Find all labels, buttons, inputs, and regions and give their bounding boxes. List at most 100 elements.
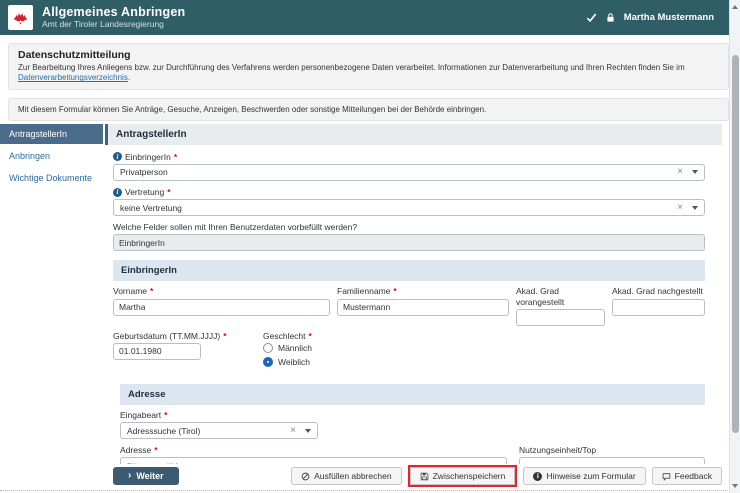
einbringerin-label-row: i EinbringerIn * [113,152,705,162]
info-icon[interactable]: i [113,188,122,197]
required-marker: * [309,331,312,341]
vorname-input[interactable]: Martha [113,299,330,316]
geburtsdatum-label: Geburtsdatum (TT.MM.JJJJ) [113,331,220,341]
ausfuellen-abbrechen-label: Ausfüllen abbrechen [314,471,392,481]
scroll-down-arrow-icon[interactable] [732,484,738,488]
einbringerin-select-value: Privatperson [120,167,677,177]
privacy-body-suffix: . [128,73,130,82]
privacy-notice-box: Datenschutzmitteilung Zur Bearbeitung Ih… [8,43,729,90]
save-highlight-box: Zwischenspeichern [408,465,518,487]
main-row: AntragstellerIn Anbringen Wichtige Dokum… [0,124,722,464]
tirol-eagle-logo [8,5,33,30]
nutzungseinheit-label: Nutzungseinheit/Top [519,445,596,455]
sidebar-nav: AntragstellerIn Anbringen Wichtige Dokum… [0,124,103,464]
eingabeart-label: Eingabeart [120,410,161,420]
hinweise-zum-formular-button[interactable]: i Hinweise zum Formular [523,467,645,485]
person-section-body: Vorname* Martha Familienname* Mustermann… [113,281,705,463]
prefill-field[interactable]: EinbringerIn [113,234,705,251]
radio-checked-icon[interactable] [263,357,273,367]
nutzungseinheit-input[interactable] [519,457,705,464]
radio-unchecked-icon[interactable] [263,343,273,353]
info-icon[interactable]: i [113,152,122,161]
required-marker: * [167,187,170,197]
sidebar-item-wichtige-dokumente[interactable]: Wichtige Dokumente [0,168,103,188]
familienname-label: Familienname [337,286,390,296]
vertretung-select[interactable]: keine Vertretung × [113,199,705,216]
birth-gender-row: Geburtsdatum (TT.MM.JJJJ)* 01.01.1980 Ge… [113,331,705,371]
geburtsdatum-input[interactable]: 01.01.1980 [113,343,201,360]
akad-grad-nach-input[interactable] [612,299,705,316]
save-icon [420,472,429,481]
caret-down-icon[interactable] [692,206,698,210]
address-section: Adresse Eingabeart* Adresssuche (Tirol) … [120,384,705,464]
privacy-body: Zur Bearbeitung Ihres Anliegens bzw. zur… [18,63,685,72]
familienname-input[interactable]: Mustermann [337,299,509,316]
clear-icon[interactable]: × [290,426,296,436]
app-header: Allgemeines Anbringen Amt der Tiroler La… [0,0,740,35]
required-marker: * [174,152,177,162]
header-titles: Allgemeines Anbringen Amt der Tiroler La… [42,5,185,29]
cancel-circle-icon [301,472,310,481]
eagle-icon [11,8,30,27]
geschlecht-option-weiblich[interactable]: Weiblich [263,357,312,367]
privacy-notice-title: Datenschutzmitteilung [18,49,719,61]
vertical-scrollbar[interactable] [729,0,740,493]
sidebar-item-anbringen[interactable]: Anbringen [0,146,103,166]
caret-down-icon[interactable] [305,429,311,433]
ausfuellen-abbrechen-button[interactable]: Ausfüllen abbrechen [291,467,402,485]
adresse-select[interactable]: Bitte auswählen: [120,457,507,464]
akad-grad-nach-field-group: Akad. Grad nachgestellt [612,286,705,325]
app-subtitle: Amt der Tiroler Landesregierung [42,20,185,30]
akad-grad-nach-label: Akad. Grad nachgestellt [612,286,703,296]
clear-icon[interactable]: × [677,203,683,213]
required-marker: * [393,286,396,296]
scrollbar-thumb[interactable] [732,55,739,433]
zwischenspeichern-button[interactable]: Zwischenspeichern [410,467,516,485]
person-section-title: EinbringerIn [113,260,705,281]
header-user-area: Martha Mustermann [586,12,714,23]
form-area: i EinbringerIn * Privatperson × i Vertre… [105,145,722,464]
geburtsdatum-field-group: Geburtsdatum (TT.MM.JJJJ)* 01.01.1980 [113,331,263,371]
akad-grad-vor-input[interactable] [516,309,605,326]
weiter-button[interactable]: › Weiter [113,467,179,485]
eingabeart-select-value: Adresssuche (Tirol) [127,426,290,436]
caret-down-icon[interactable] [692,170,698,174]
familienname-field-group: Familienname* Mustermann [337,286,509,325]
name-row: Vorname* Martha Familienname* Mustermann… [113,286,705,325]
clear-icon[interactable]: × [677,167,683,177]
app-title: Allgemeines Anbringen [42,5,185,19]
required-marker: * [223,331,226,341]
page-section-title: AntragstellerIn [105,124,722,145]
prefill-question-label: Welche Felder sollen mit Ihren Benutzerd… [113,222,705,232]
user-name[interactable]: Martha Mustermann [624,12,714,23]
scroll-up-arrow-icon[interactable] [732,5,738,9]
person-section: EinbringerIn Vorname* Martha Familiennam… [113,260,705,463]
einbringerin-label: EinbringerIn [125,152,171,162]
lock-icon [605,12,616,23]
einbringerin-select[interactable]: Privatperson × [113,164,705,181]
vertretung-select-value: keine Vertretung [120,203,677,213]
info-circle-icon: i [533,472,542,481]
eingabeart-select[interactable]: Adresssuche (Tirol) × [120,422,318,439]
feedback-button[interactable]: Feedback [652,467,722,485]
address-section-body: Eingabeart* Adresssuche (Tirol) × Adress… [120,405,705,464]
zwischenspeichern-label: Zwischenspeichern [433,471,506,481]
action-bar: › Weiter Ausfüllen abbrechen Zwischenspe… [0,464,740,486]
vorname-label: Vorname [113,286,147,296]
vertretung-label-row: i Vertretung * [113,187,705,197]
vertretung-label: Vertretung [125,187,164,197]
geschlecht-label: Geschlecht [263,331,306,341]
check-icon [586,12,597,23]
chevron-right-icon: › [128,471,131,481]
sidebar-item-antragstellerin[interactable]: AntragstellerIn [0,124,103,144]
weiter-button-label: Weiter [136,471,163,481]
datenverarbeitungsverzeichnis-link[interactable]: Datenverarbeitungsverzeichnis [18,73,128,82]
akad-grad-vor-field-group: Akad. Grad vorangestellt [516,286,605,325]
geschlecht-weiblich-label: Weiblich [278,357,310,367]
address-section-title: Adresse [120,384,705,405]
geschlecht-option-maennlich[interactable]: Männlich [263,343,312,353]
nutzungseinheit-field-group: Nutzungseinheit/Top [519,445,705,464]
required-marker: * [164,410,167,420]
speech-bubble-icon [662,472,671,481]
required-marker: * [150,286,153,296]
